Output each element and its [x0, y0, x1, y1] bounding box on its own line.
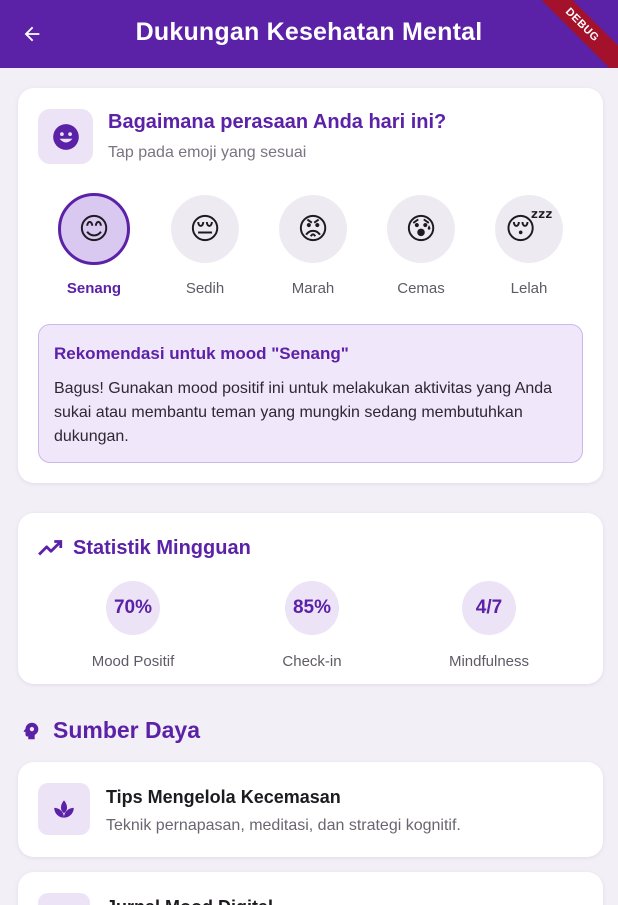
- mood-label-cemas: Cemas: [397, 280, 445, 297]
- mood-label-lelah: Lelah: [510, 280, 548, 297]
- stat-label: Mindfulness: [448, 653, 530, 670]
- mood-header-icon-box: [38, 109, 93, 164]
- mood-label-marah: Marah: [291, 280, 335, 297]
- resource-title: Jurnal Mood Digital: [106, 897, 273, 905]
- stat-value: 4/7: [462, 581, 516, 635]
- stat-mood-positif: 70% Mood Positif: [48, 581, 218, 670]
- recommendation-text: Bagus! Gunakan mood positif ini untuk me…: [54, 380, 553, 445]
- emoji-senang: 😊: [58, 193, 130, 265]
- stat-check-in: 85% Check-in: [227, 581, 397, 670]
- psychology-head-icon: [23, 722, 39, 740]
- emoji-sedih: 😔: [171, 195, 239, 263]
- mood-option-sedih[interactable]: 😔 Sedih: [155, 195, 255, 297]
- mood-option-marah[interactable]: 😡 Marah: [263, 195, 363, 297]
- mood-label-senang: Senang: [66, 280, 122, 297]
- stats-title: Statistik Mingguan: [73, 537, 251, 559]
- resource-description: Teknik pernapasan, meditasi, dan strateg…: [106, 817, 461, 834]
- spa-lotus-icon: [54, 800, 74, 818]
- weekly-stats-card: Statistik Mingguan 70% Mood Positif 85% …: [18, 513, 603, 684]
- journal-icon: [38, 893, 90, 905]
- recommendation-box: Rekomendasi untuk mood "Senang" Bagus! G…: [38, 324, 583, 463]
- emoji-marah: 😡: [279, 195, 347, 263]
- resource-card-jurnal[interactable]: Jurnal Mood Digital: [18, 872, 603, 905]
- mood-question: Bagaimana perasaan Anda hari ini?: [108, 111, 447, 133]
- mood-card: Bagaimana perasaan Anda hari ini? Tap pa…: [18, 88, 603, 483]
- emoji-cemas: 😰: [387, 195, 455, 263]
- recommendation-title: Rekomendasi untuk mood "Senang": [54, 344, 349, 363]
- mood-option-cemas[interactable]: 😰 Cemas: [371, 195, 471, 297]
- stat-label: Mood Positif: [91, 653, 175, 670]
- resources-title: Sumber Daya: [53, 717, 201, 743]
- page-title: Dukungan Kesehatan Mental: [135, 18, 483, 46]
- resource-title: Tips Mengelola Kecemasan: [106, 787, 341, 807]
- resource-icon-box: [38, 783, 90, 835]
- mood-option-senang[interactable]: 😊 Senang: [44, 193, 144, 297]
- mood-instruction: Tap pada emoji yang sesuai: [108, 144, 307, 161]
- resource-card-kecemasan[interactable]: Tips Mengelola Kecemasan Teknik pernapas…: [18, 762, 603, 857]
- app-bar: Dukungan Kesehatan Mental DEBUG: [0, 0, 618, 68]
- stat-value: 70%: [106, 581, 160, 635]
- emoji-lelah: 😴: [495, 195, 563, 263]
- stat-mindfulness: 4/7 Mindfulness: [404, 581, 574, 670]
- smiley-face-icon: [52, 123, 79, 150]
- mood-option-lelah[interactable]: 😴 Lelah: [479, 195, 579, 297]
- stat-value: 85%: [285, 581, 339, 635]
- stat-label: Check-in: [282, 653, 342, 670]
- trending-up-icon: [38, 540, 63, 556]
- mood-label-sedih: Sedih: [185, 280, 225, 297]
